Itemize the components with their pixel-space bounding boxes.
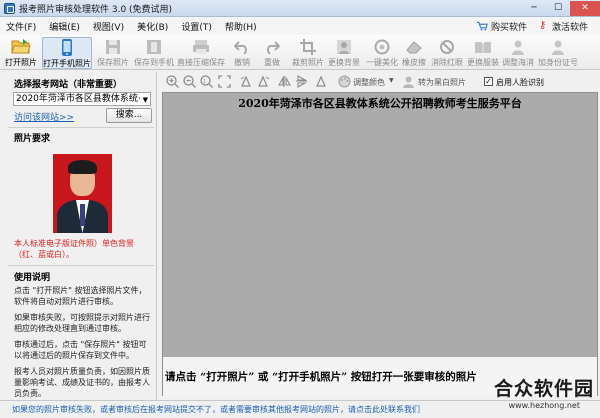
photo-requirement-note: 本人标准电子版证件照）单色背景（红、蓝或白）。 bbox=[14, 239, 134, 259]
save-to-phone-button[interactable]: 保存到手机 bbox=[132, 37, 176, 69]
open-photo-button[interactable]: 打开照片 bbox=[4, 37, 38, 69]
rotate-left-icon[interactable] bbox=[240, 75, 253, 88]
site-section-title: 选择报考网站（非常重要） bbox=[14, 80, 123, 90]
site-select[interactable]: 2020年菏泽市各区县教体系统· ▼ bbox=[13, 92, 151, 106]
zoom-out-icon[interactable] bbox=[183, 75, 196, 88]
photo-canvas[interactable]: 2020年菏泽市各区县教体系统公开招聘教师考生服务平台 请点击 “打开照片” 或… bbox=[162, 92, 598, 397]
key-icon: ⚷ bbox=[538, 20, 547, 31]
close-button[interactable]: ✕ bbox=[570, 0, 600, 16]
usage-section-title: 使用说明 bbox=[14, 273, 51, 283]
usage-step: 如果审核失败，可按照提示对照片进行相应的修改处理直到通过审核。 bbox=[14, 313, 150, 333]
beautify-icon bbox=[374, 39, 390, 54]
compress-save-button[interactable]: 直接压缩保存 bbox=[177, 37, 225, 69]
menu-edit[interactable]: 编辑(E) bbox=[49, 20, 80, 33]
activate-software-link[interactable]: ⚷ 激活软件 bbox=[539, 20, 588, 33]
change-background-button[interactable]: 更换背景 bbox=[326, 37, 362, 69]
face-detect-label: 启用人脸识别 bbox=[496, 78, 544, 87]
flip-vertical-icon[interactable] bbox=[295, 75, 308, 88]
search-button[interactable]: 搜索... bbox=[106, 108, 152, 123]
divider bbox=[8, 127, 154, 128]
main-toolbar: 打开照片 打开手机照片 保存照片 保存到手机 直接压缩保存 撤销 重做 裁剪照片… bbox=[0, 35, 600, 70]
watermark-url: www.hezhong.net bbox=[508, 401, 580, 410]
phone-icon bbox=[62, 39, 72, 56]
adjust-color-label[interactable]: 调整颜色 bbox=[353, 77, 385, 88]
photo-section-title: 照片要求 bbox=[14, 134, 51, 144]
title-bar: 报考照片审核处理软件 3.0 (免费试用) ─ ☐ ✕ bbox=[0, 0, 600, 17]
divider bbox=[8, 265, 154, 266]
usage-instructions: 点击 "打开照片" 按钮选择照片文件，软件将自动对照片进行审核。 如果审核失败，… bbox=[14, 285, 154, 404]
undo-button[interactable]: 撤销 bbox=[230, 37, 254, 69]
crop-photo-button[interactable]: 裁剪照片 bbox=[290, 37, 326, 69]
usage-step: 点击 "打开照片" 按钮选择照片文件，软件将自动对照片进行审核。 bbox=[14, 286, 147, 306]
menu-settings[interactable]: 设置(T) bbox=[181, 20, 212, 33]
clothes-icon bbox=[475, 41, 491, 53]
compress-icon bbox=[193, 39, 209, 54]
menu-help[interactable]: 帮助(H) bbox=[225, 20, 257, 33]
folder-open-icon bbox=[11, 39, 31, 54]
save-icon bbox=[106, 39, 120, 54]
activate-software-label: 激活软件 bbox=[551, 22, 588, 33]
redo-button[interactable]: 重做 bbox=[260, 37, 284, 69]
face-detect-checkbox[interactable]: ✓ bbox=[484, 77, 493, 86]
adjust-icon bbox=[512, 40, 524, 55]
crop-icon bbox=[300, 38, 316, 55]
window-title: 报考照片审核处理软件 3.0 (免费试用) bbox=[19, 4, 173, 15]
menu-beautify[interactable]: 美化(B) bbox=[137, 20, 168, 33]
buy-software-label: 购买软件 bbox=[490, 22, 527, 33]
cart-icon bbox=[476, 21, 488, 31]
rotate-icon[interactable] bbox=[315, 75, 328, 88]
eraser-icon bbox=[406, 40, 422, 53]
undo-icon bbox=[234, 40, 247, 54]
adjust-button[interactable]: 调整海消 bbox=[500, 37, 536, 69]
site-banner: 2020年菏泽市各区县教体系统公开招聘教师考生服务平台 bbox=[163, 93, 597, 115]
sample-photo bbox=[53, 154, 112, 233]
chevron-down-icon: ▼ bbox=[389, 77, 394, 84]
flip-horizontal-icon[interactable] bbox=[278, 75, 291, 88]
menu-bar: 文件(F) 编辑(E) 视图(V) 美化(B) 设置(T) 帮助(H) 购买软件… bbox=[0, 17, 600, 35]
zoom-in-icon[interactable] bbox=[166, 75, 179, 88]
palette-icon[interactable] bbox=[338, 75, 351, 88]
one-click-beautify-button[interactable]: 一键美化 bbox=[366, 37, 398, 69]
menu-file[interactable]: 文件(F) bbox=[6, 20, 36, 33]
add-id-number-button[interactable]: 加身份证号 bbox=[538, 37, 578, 69]
minimize-button[interactable]: ─ bbox=[522, 1, 546, 16]
site-selected-value: 2020年菏泽市各区县教体系统· bbox=[16, 94, 141, 104]
contact-us-link[interactable]: 如果您的照片审核失败，或者审核后在报考网站提交不了，或者需要审核其他报考网站的照… bbox=[12, 404, 420, 415]
canvas-toolbar: 1 调整颜色 ▼ 转为黑白照片 ✓ 启用人脸识别 bbox=[162, 72, 598, 92]
id-card-icon bbox=[552, 40, 564, 55]
convert-bw-label[interactable]: 转为黑白照片 bbox=[418, 77, 466, 88]
open-phone-photo-button[interactable]: 打开手机照片 bbox=[42, 37, 92, 69]
left-panel: 选择报考网站（非常重要） 2020年菏泽市各区县教体系统· ▼ 访问该网站>> … bbox=[2, 72, 157, 400]
watermark-title: 合众软件园 bbox=[493, 378, 594, 400]
save-phone-icon bbox=[147, 39, 161, 54]
bw-photo-icon[interactable] bbox=[402, 75, 415, 88]
fit-window-icon[interactable] bbox=[218, 75, 231, 88]
buy-software-link[interactable]: 购买软件 bbox=[476, 20, 527, 33]
svg-text:1: 1 bbox=[203, 79, 206, 85]
chevron-down-icon: ▼ bbox=[142, 96, 148, 104]
eraser-button[interactable]: 橡皮擦 bbox=[400, 37, 428, 69]
maximize-button[interactable]: ☐ bbox=[546, 1, 570, 16]
app-icon bbox=[4, 2, 15, 14]
remove-redeye-button[interactable]: 消除红眼 bbox=[430, 37, 464, 69]
usage-step: 审核通过后，点击 "保存照片" 按钮可以将通过后的照片保存到文件中。 bbox=[14, 340, 147, 360]
visit-site-link[interactable]: 访问该网站>> bbox=[14, 110, 74, 123]
menu-view[interactable]: 视图(V) bbox=[93, 20, 124, 33]
actual-size-icon[interactable]: 1 bbox=[200, 75, 213, 88]
save-photo-button[interactable]: 保存照片 bbox=[96, 37, 130, 69]
redeye-icon bbox=[440, 39, 454, 54]
background-icon bbox=[337, 39, 351, 54]
usage-step: 报考人员对照片质量负责，如因照片质量影响考试、成绩及证书的，由报考人员负责。 bbox=[14, 367, 150, 398]
redo-icon bbox=[267, 40, 280, 54]
change-clothes-button[interactable]: 更换服装 bbox=[466, 37, 500, 69]
site-watermark: 合众软件园 www.hezhong.net bbox=[464, 374, 594, 414]
rotate-right-icon[interactable] bbox=[257, 75, 270, 88]
